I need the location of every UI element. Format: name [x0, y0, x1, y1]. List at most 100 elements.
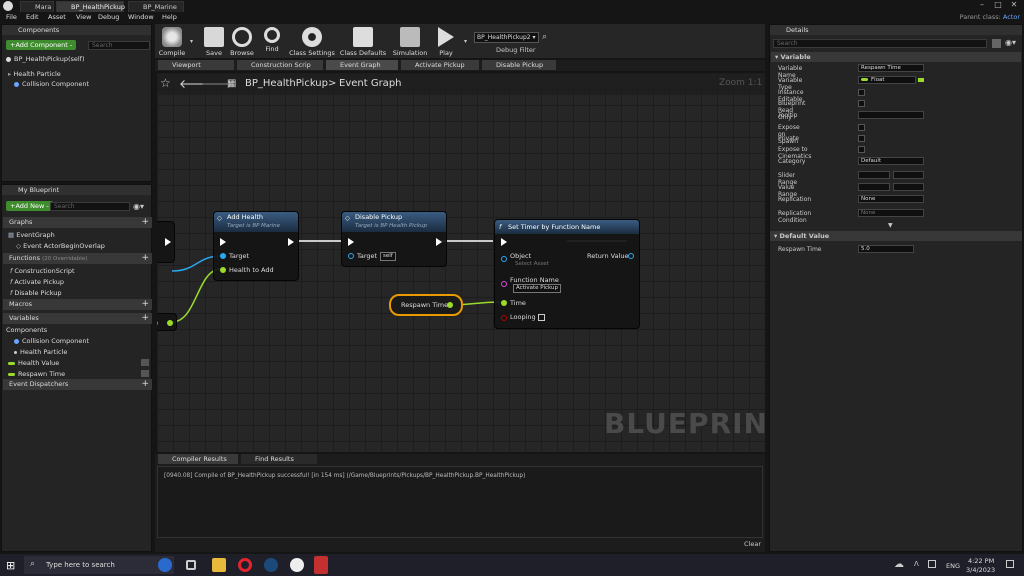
macros-category[interactable]: Macros +	[3, 299, 152, 310]
object-in-pin[interactable]	[348, 253, 354, 259]
clear-button[interactable]: Clear	[744, 540, 761, 548]
variables-category[interactable]: Variables +	[3, 313, 152, 324]
bing-icon[interactable]	[158, 558, 172, 572]
looping-checkbox[interactable]	[538, 314, 545, 321]
exec-out-pin[interactable]	[288, 238, 294, 246]
slider-range-max[interactable]	[893, 171, 924, 179]
tab-event-graph[interactable]: Event Graph	[326, 60, 398, 70]
select-asset-label[interactable]: Select Asset	[515, 261, 549, 267]
opera-icon[interactable]	[238, 558, 252, 572]
debug-search-icon[interactable]: ⌕	[542, 32, 547, 42]
doc-tab-bp-marine[interactable]: BP_Marine	[128, 1, 184, 12]
function-construction-script[interactable]: f ConstructionScript	[10, 267, 75, 275]
private-checkbox[interactable]	[858, 135, 865, 142]
parent-class-value[interactable]: Actor	[1003, 13, 1020, 21]
steam-icon[interactable]	[264, 558, 278, 572]
float-in-pin[interactable]	[220, 267, 226, 273]
variable-section-header[interactable]: ▾ Variable	[771, 52, 1021, 62]
set-timer-node[interactable]: f Set Timer by Function Name Object Sele…	[494, 219, 640, 329]
var-respawn-time[interactable]: Respawn Time	[8, 370, 65, 378]
object-in-pin[interactable]	[501, 256, 507, 262]
expose-cine-checkbox[interactable]	[858, 146, 865, 153]
menu-window[interactable]: Window	[128, 13, 154, 21]
exec-out-pin[interactable]	[627, 238, 633, 246]
close-icon[interactable]: ✕	[1006, 0, 1022, 10]
view-options-icon[interactable]: ◉▾	[133, 202, 144, 211]
compile-button[interactable]: Compile	[154, 25, 190, 57]
value-range-min[interactable]	[858, 183, 890, 191]
menu-help[interactable]: Help	[162, 13, 177, 21]
clock-time[interactable]: 4:22 PM	[968, 557, 994, 565]
notification-icon[interactable]	[1006, 560, 1014, 568]
value-range-max[interactable]	[893, 183, 924, 191]
add-function-icon[interactable]: +	[141, 253, 149, 264]
add-graph-icon[interactable]: +	[141, 217, 149, 228]
network-icon[interactable]	[928, 560, 936, 568]
var-health-particle[interactable]: Health Particle	[14, 348, 67, 356]
tab-compiler-results[interactable]: Compiler Results	[158, 454, 238, 464]
function-name-input[interactable]: Activate Pickup	[513, 284, 562, 293]
tab-disable-pickup[interactable]: Disable Pickup	[482, 60, 556, 70]
slider-range-min[interactable]	[858, 171, 890, 179]
menu-debug[interactable]: Debug	[98, 13, 119, 21]
default-respawn-input[interactable]: 5.0	[858, 245, 914, 253]
var-health-value[interactable]: Health Value	[8, 359, 59, 367]
add-macro-icon[interactable]: +	[141, 299, 149, 310]
add-health-node[interactable]: ◇ Add Health Target is BP Marine Target …	[213, 211, 299, 281]
instance-editable-checkbox[interactable]	[858, 89, 865, 96]
object-out-pin[interactable]	[628, 253, 634, 259]
advanced-expand-icon[interactable]: ▼	[888, 222, 893, 229]
unreal-engine-icon[interactable]	[290, 558, 304, 572]
disable-pickup-node[interactable]: ◇ Disable Pickup Target is BP Health Pic…	[341, 211, 447, 267]
expose-spawn-checkbox[interactable]	[858, 124, 865, 131]
taskbar-search[interactable]: ⌕ Type here to search	[24, 556, 174, 574]
clock-date[interactable]: 3/4/2023	[966, 566, 995, 574]
var-collision-component[interactable]: Collision Component	[14, 337, 89, 345]
object-in-pin[interactable]	[220, 253, 226, 259]
variable-name-input[interactable]: Respawn Time	[858, 64, 924, 72]
exec-in-pin[interactable]	[348, 238, 354, 246]
partial-node[interactable]: e e	[157, 221, 175, 263]
tab-find-results[interactable]: Find Results	[241, 454, 317, 464]
replication-select[interactable]: None	[858, 195, 924, 203]
file-explorer-icon[interactable]	[212, 558, 226, 572]
eye-icon[interactable]	[141, 359, 149, 366]
component-health-particle[interactable]: ▸ Health Particle	[8, 70, 61, 78]
tab-activate-pickup[interactable]: Activate Pickup	[401, 60, 479, 70]
language-label[interactable]: ENG	[946, 562, 960, 570]
details-search-input[interactable]: Search	[773, 39, 987, 48]
float-out-pin[interactable]	[447, 302, 453, 308]
eye-icon[interactable]	[141, 370, 149, 377]
doc-tab-bp-healthpickup[interactable]: BP_HealthPickup	[56, 1, 125, 12]
menu-file[interactable]: File	[6, 13, 17, 21]
windows-start-icon[interactable]: ⊞	[6, 559, 15, 572]
self-component-item[interactable]: BP_HealthPickup(self)	[6, 55, 85, 63]
play-button[interactable]: Play	[428, 25, 464, 57]
tooltip-input[interactable]	[858, 111, 924, 119]
event-graph-item[interactable]: ▦ EventGraph	[8, 231, 55, 239]
tab-viewport[interactable]: Viewport	[158, 60, 234, 70]
menu-view[interactable]: View	[76, 13, 91, 21]
add-component-button[interactable]: +Add Component -	[6, 40, 77, 50]
event-dispatchers-category[interactable]: Event Dispatchers +	[3, 379, 152, 390]
function-activate-pickup[interactable]: f Activate Pickup	[10, 278, 64, 286]
add-new-button[interactable]: +Add New -	[6, 201, 53, 211]
maximize-icon[interactable]: □	[990, 0, 1006, 10]
event-actor-item[interactable]: ◇ Event ActorBeginOverlap	[16, 242, 105, 250]
menu-edit[interactable]: Edit	[26, 13, 39, 21]
eye-options-icon[interactable]: ◉▾	[1005, 38, 1016, 47]
add-variable-icon[interactable]: +	[141, 313, 149, 324]
functions-category[interactable]: Functions (20 Overridable) +	[3, 253, 152, 264]
graphs-category[interactable]: Graphs +	[3, 217, 152, 228]
component-collision[interactable]: Collision Component	[14, 80, 89, 88]
minimize-icon[interactable]: –	[974, 0, 990, 10]
tab-construction-script[interactable]: Construction Scrip	[237, 60, 323, 70]
type-container-icon[interactable]	[918, 78, 924, 82]
find-button[interactable]: Find	[254, 25, 290, 53]
rep-condition-select[interactable]: None	[858, 209, 924, 217]
tray-chevron-icon[interactable]: ᐱ	[914, 560, 919, 568]
exec-out-pin[interactable]	[165, 238, 171, 246]
add-dispatcher-icon[interactable]: +	[141, 379, 149, 390]
active-app-icon[interactable]	[314, 556, 328, 574]
weather-icon[interactable]: ☁	[894, 559, 904, 570]
